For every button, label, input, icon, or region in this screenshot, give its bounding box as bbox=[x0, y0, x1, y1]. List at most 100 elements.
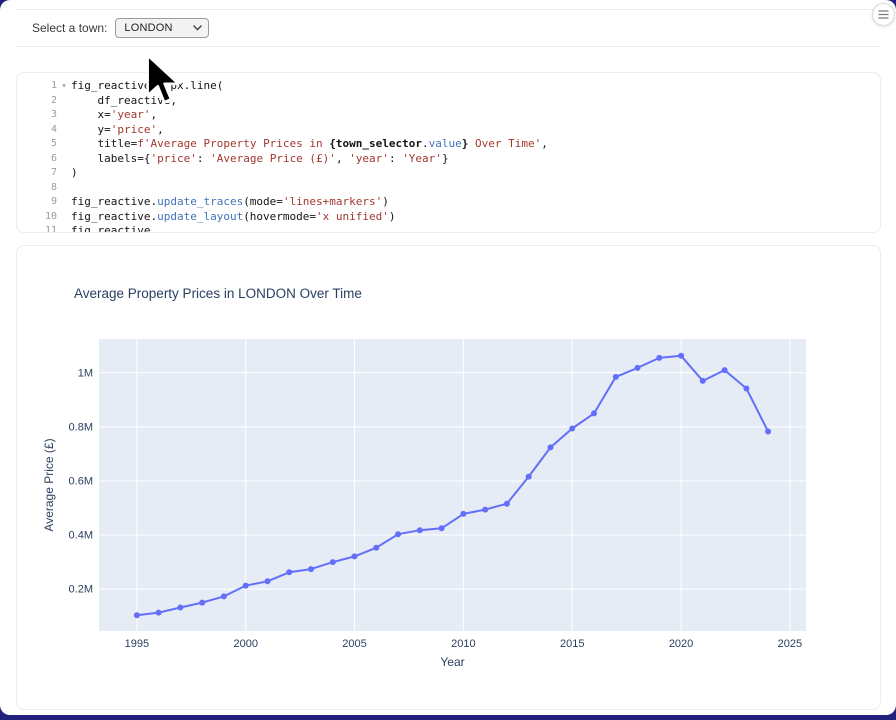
x-tick-label: 2000 bbox=[233, 638, 257, 650]
hamburger-icon bbox=[878, 10, 889, 19]
line-number: 8 bbox=[17, 181, 57, 196]
fold-gutter bbox=[57, 94, 71, 109]
code-line[interactable]: 2 df_reactive, bbox=[17, 94, 880, 109]
code-line[interactable]: 10 fig_reactive.update_layout(hovermode='… bbox=[17, 210, 880, 225]
town-select-value: LONDON bbox=[124, 22, 193, 34]
data-point-marker bbox=[548, 444, 554, 450]
y-tick-label: 1M bbox=[78, 367, 93, 379]
code-line[interactable]: 1▾fig_reactive = px.line( bbox=[17, 79, 880, 94]
data-point-marker bbox=[156, 610, 162, 616]
fold-arrow-icon[interactable]: ▾ bbox=[57, 79, 71, 94]
code-text: labels={'price': 'Average Price (£)', 'y… bbox=[71, 152, 880, 167]
code-text: x='year', bbox=[71, 108, 880, 123]
data-point-marker bbox=[417, 527, 423, 533]
y-tick-label: 0.2M bbox=[69, 584, 93, 596]
x-tick-label: 2010 bbox=[451, 638, 475, 650]
code-line[interactable]: 11 fig_reactive bbox=[17, 224, 880, 233]
fold-gutter bbox=[57, 166, 71, 181]
fold-gutter bbox=[57, 123, 71, 138]
fold-gutter bbox=[57, 108, 71, 123]
fold-gutter bbox=[57, 195, 71, 210]
chevron-down-icon bbox=[193, 25, 202, 31]
data-point-marker bbox=[286, 569, 292, 575]
line-number: 2 bbox=[17, 94, 57, 109]
code-text: y='price', bbox=[71, 123, 880, 138]
chart-cell: Average Property Prices in LONDON Over T… bbox=[16, 245, 881, 710]
x-tick-label: 2005 bbox=[342, 638, 366, 650]
fold-gutter bbox=[57, 152, 71, 167]
data-point-marker bbox=[265, 578, 271, 584]
line-number: 10 bbox=[17, 210, 57, 225]
code-line[interactable]: 4 y='price', bbox=[17, 123, 880, 138]
fold-gutter bbox=[57, 224, 71, 233]
fold-gutter bbox=[57, 181, 71, 196]
data-point-marker bbox=[134, 612, 140, 618]
data-point-marker bbox=[743, 386, 749, 392]
code-line[interactable]: 7) bbox=[17, 166, 880, 181]
code-text: fig_reactive bbox=[71, 224, 880, 233]
data-point-marker bbox=[613, 374, 619, 380]
x-tick-label: 1995 bbox=[125, 638, 149, 650]
line-number: 3 bbox=[17, 108, 57, 123]
code-line[interactable]: 8 bbox=[17, 181, 880, 196]
data-point-marker bbox=[221, 593, 227, 599]
code-cell[interactable]: 1▾fig_reactive = px.line(2 df_reactive,3… bbox=[16, 72, 881, 233]
data-point-marker bbox=[591, 410, 597, 416]
data-point-marker bbox=[243, 583, 249, 589]
data-point-marker bbox=[395, 531, 401, 537]
data-point-marker bbox=[482, 507, 488, 513]
code-editor[interactable]: 1▾fig_reactive = px.line(2 df_reactive,3… bbox=[17, 79, 880, 233]
data-point-marker bbox=[722, 367, 728, 373]
code-line[interactable]: 6 labels={'price': 'Average Price (£)', … bbox=[17, 152, 880, 167]
line-number: 11 bbox=[17, 224, 57, 233]
code-text: ) bbox=[71, 166, 880, 181]
data-point-marker bbox=[199, 600, 205, 606]
x-tick-label: 2020 bbox=[669, 638, 693, 650]
data-point-marker bbox=[700, 378, 706, 384]
line-number: 4 bbox=[17, 123, 57, 138]
x-axis-title: Year bbox=[440, 655, 464, 669]
fold-gutter bbox=[57, 137, 71, 152]
town-select-dropdown[interactable]: LONDON bbox=[115, 18, 209, 38]
plotly-line-chart[interactable]: Average Property Prices in LONDON Over T… bbox=[17, 246, 880, 709]
line-number: 6 bbox=[17, 152, 57, 167]
data-point-marker bbox=[678, 353, 684, 359]
data-point-marker bbox=[308, 566, 314, 572]
code-text: fig_reactive = px.line( bbox=[71, 79, 880, 94]
data-point-marker bbox=[460, 511, 466, 517]
fold-gutter bbox=[57, 210, 71, 225]
data-point-marker bbox=[373, 545, 379, 551]
data-point-marker bbox=[656, 355, 662, 361]
code-line[interactable]: 9 fig_reactive.update_traces(mode='lines+… bbox=[17, 195, 880, 210]
data-point-marker bbox=[352, 553, 358, 559]
y-tick-label: 0.6M bbox=[69, 475, 93, 487]
data-point-marker bbox=[439, 525, 445, 531]
code-text: fig_reactive.update_layout(hovermode='x … bbox=[71, 210, 880, 225]
code-text bbox=[71, 181, 880, 196]
data-point-marker bbox=[330, 559, 336, 565]
line-number: 9 bbox=[17, 195, 57, 210]
town-selector-cell: Select a town: LONDON bbox=[16, 9, 881, 47]
data-point-marker bbox=[765, 429, 771, 435]
data-point-marker bbox=[177, 605, 183, 611]
code-text: title=f'Average Property Prices in {town… bbox=[71, 137, 880, 152]
code-line[interactable]: 5 title=f'Average Property Prices in {to… bbox=[17, 137, 880, 152]
x-tick-label: 2015 bbox=[560, 638, 584, 650]
x-tick-label: 2025 bbox=[778, 638, 802, 650]
menu-button[interactable] bbox=[872, 3, 895, 26]
y-axis-title: Average Price (£) bbox=[42, 438, 56, 531]
code-text: fig_reactive.update_traces(mode='lines+m… bbox=[71, 195, 880, 210]
y-tick-label: 0.4M bbox=[69, 530, 93, 542]
line-number: 5 bbox=[17, 137, 57, 152]
data-point-marker bbox=[569, 426, 575, 432]
notebook-page: Select a town: LONDON 1▾fig_reactive = p… bbox=[0, 0, 896, 715]
chart-title: Average Property Prices in LONDON Over T… bbox=[74, 286, 362, 301]
line-number: 1 bbox=[17, 79, 57, 94]
code-line[interactable]: 3 x='year', bbox=[17, 108, 880, 123]
code-text: df_reactive, bbox=[71, 94, 880, 109]
town-selector-label: Select a town: bbox=[32, 21, 107, 35]
plot-area bbox=[99, 339, 806, 631]
data-point-marker bbox=[504, 501, 510, 507]
y-tick-label: 0.8M bbox=[69, 421, 93, 433]
data-point-marker bbox=[526, 474, 532, 480]
